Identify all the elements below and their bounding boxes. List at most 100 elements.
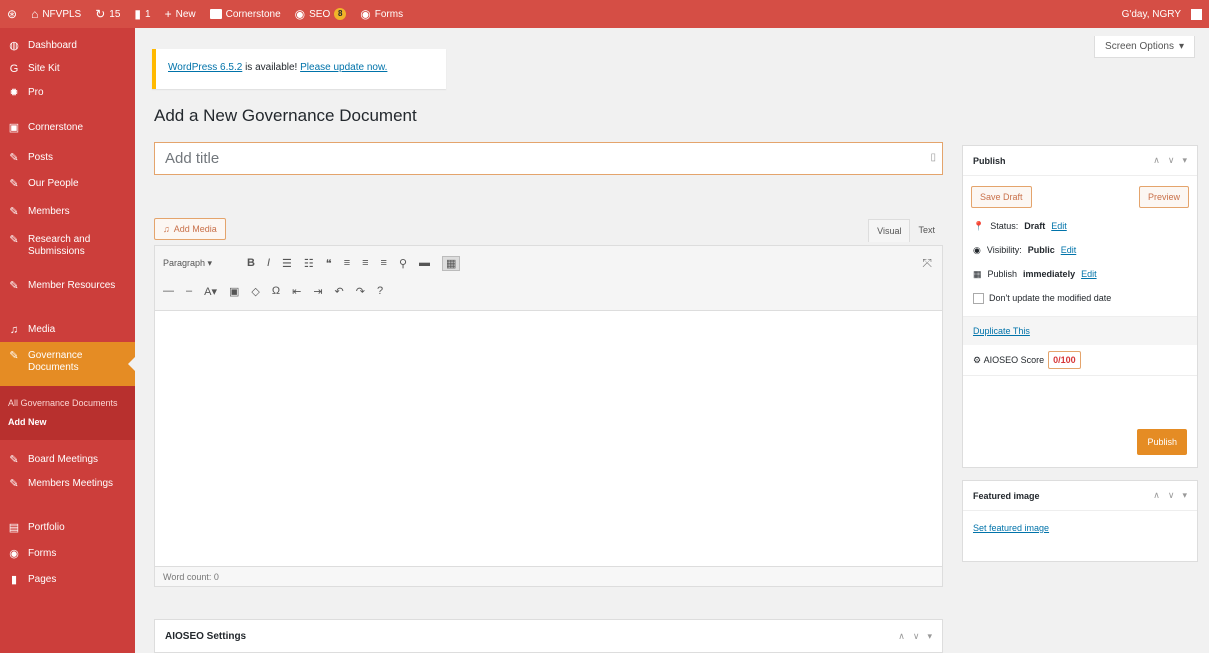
submenu-add-new[interactable]: Add New (0, 413, 135, 432)
move-up-icon[interactable]: ∧ (898, 631, 905, 642)
sidebar-item-label: Members (28, 206, 70, 217)
sidebar-item-research[interactable]: ✎ Research and Submissions (0, 224, 135, 266)
format-select[interactable]: Paragraph ▾ (163, 258, 235, 269)
gear-icon: ✹ (9, 87, 19, 99)
aioseo-icon: ⚙ (973, 354, 982, 365)
aioseo-score-badge[interactable]: 0/100 (1048, 351, 1081, 369)
sidebar-item-member-resources[interactable]: ✎ Member Resources (0, 266, 135, 312)
forms-link[interactable]: ◉ Forms (353, 0, 410, 28)
sidebar-item-board-meetings[interactable]: ✎ Board Meetings (0, 440, 135, 470)
pages-icon: ▮ (10, 574, 18, 586)
move-up-icon[interactable]: ∧ (1153, 490, 1160, 501)
add-media-button[interactable]: ♫ Add Media (154, 218, 226, 240)
aioseo-settings-box: AIOSEO Settings ∧ ∨ ▾ (154, 619, 943, 653)
duplicate-link[interactable]: Duplicate This (973, 326, 1030, 336)
sidebar-item-label: Research and Submissions (28, 234, 91, 257)
align-right-icon[interactable]: ≡ (381, 257, 387, 269)
status-label: Status: (990, 221, 1019, 231)
updates-link[interactable]: ↻ 15 (88, 0, 127, 28)
text-color-icon[interactable]: A▾ (204, 285, 217, 298)
set-featured-image-link[interactable]: Set featured image (973, 523, 1049, 533)
sidebar-item-governance-documents[interactable]: ✎ Governance Documents (0, 342, 135, 386)
italic-icon[interactable]: I (267, 257, 270, 269)
tab-text[interactable]: Text (910, 219, 943, 242)
sidebar-item-members[interactable]: ✎ Members (0, 198, 135, 224)
strikethrough-icon[interactable]: – (186, 285, 192, 297)
sidebar-item-media[interactable]: ♫ Media (0, 312, 135, 342)
portfolio-icon: ▤ (8, 522, 20, 534)
preview-button[interactable]: Preview (1138, 186, 1189, 208)
pin-icon: ✎ (9, 206, 19, 218)
save-draft-button[interactable]: Save Draft (971, 186, 1032, 208)
bold-icon[interactable]: B (247, 257, 255, 269)
read-more-icon[interactable]: ▬ (419, 257, 430, 269)
redo-icon[interactable]: ↷ (356, 285, 365, 298)
special-character-icon[interactable]: Ω (272, 285, 280, 297)
status-row: 📍 Status: Draft Edit (973, 214, 1187, 238)
publish-button[interactable]: Publish (1137, 429, 1187, 455)
move-up-icon[interactable]: ∧ (1153, 155, 1160, 166)
sidebar-item-label: Posts (28, 152, 54, 163)
toggle-panel-icon[interactable]: ▾ (1182, 490, 1187, 501)
align-left-icon[interactable]: ≡ (344, 257, 350, 269)
numbered-list-icon[interactable]: ☷ (304, 257, 314, 270)
comments-link[interactable]: ▮ 1 (127, 0, 157, 28)
sidebar-item-pro[interactable]: ✹ Pro (0, 78, 135, 106)
indent-icon[interactable]: ⇥ (313, 285, 322, 298)
toggle-panel-icon[interactable]: ▾ (1182, 155, 1187, 166)
move-down-icon[interactable]: ∨ (913, 631, 920, 642)
sidebar-item-our-people[interactable]: ✎ Our People (0, 170, 135, 198)
outdent-icon[interactable]: ⇤ (292, 285, 301, 298)
status-edit-link[interactable]: Edit (1051, 221, 1067, 231)
cornerstone-icon (209, 9, 222, 19)
cornerstone-link[interactable]: Cornerstone (203, 0, 288, 28)
help-icon[interactable]: ? (377, 285, 383, 297)
seo-link[interactable]: ◉ SEO 8 (288, 0, 354, 28)
wordpress-version-link[interactable]: WordPress 6.5.2 (168, 62, 242, 73)
sidebar-item-dashboard[interactable]: ◍ Dashboard (0, 36, 135, 56)
sidebar-item-pages[interactable]: ▮ Pages (0, 566, 135, 592)
move-down-icon[interactable]: ∨ (1168, 155, 1175, 166)
editor-content-area[interactable] (154, 311, 943, 567)
calendar-icon: ▦ (973, 268, 982, 279)
clear-formatting-icon[interactable]: ◇ (251, 285, 259, 298)
title-field[interactable]: Add title ▯ (154, 142, 943, 175)
sidebar-item-forms[interactable]: ◉ Forms (0, 540, 135, 566)
sidebar-item-portfolio[interactable]: ▤ Portfolio (0, 514, 135, 540)
submenu-all-governance[interactable]: All Governance Documents (0, 394, 135, 413)
new-label: New (175, 8, 196, 20)
fullscreen-icon[interactable]: ⤧ (922, 256, 932, 271)
media-icon: ♫ (163, 224, 170, 234)
undo-icon[interactable]: ↶ (335, 285, 344, 298)
toggle-panel-icon[interactable]: ▾ (927, 631, 932, 642)
blockquote-icon[interactable]: ❝ (326, 257, 332, 270)
site-name-link[interactable]: ⌂ NFVPLS (24, 0, 88, 28)
updates-count: 15 (109, 8, 121, 20)
link-icon[interactable]: ⚲ (399, 257, 407, 270)
wp-logo[interactable]: ⊛ (0, 0, 24, 28)
update-now-link[interactable]: Please update now. (300, 62, 387, 73)
avatar (1191, 8, 1202, 20)
sidebar-item-cornerstone[interactable]: ▣ Cornerstone (0, 106, 135, 142)
home-icon: ⌂ (31, 7, 39, 21)
sidebar-item-label: Member Resources (28, 280, 116, 291)
horizontal-line-icon[interactable]: — (163, 285, 174, 297)
tab-visual[interactable]: Visual (868, 219, 911, 242)
move-down-icon[interactable]: ∨ (1168, 490, 1175, 501)
sidebar-item-posts[interactable]: ✎ Posts (0, 142, 135, 170)
bullet-list-icon[interactable]: ☰ (282, 257, 292, 270)
visibility-edit-link[interactable]: Edit (1061, 245, 1077, 255)
governance-submenu: All Governance Documents Add New (0, 386, 135, 440)
paste-text-icon[interactable]: ▣ (229, 285, 239, 298)
google-icon: G (9, 63, 19, 75)
sidebar-item-members-meetings[interactable]: ✎ Members Meetings (0, 470, 135, 514)
screen-options-button[interactable]: Screen Options ▾ (1094, 36, 1195, 58)
align-center-icon[interactable]: ≡ (362, 257, 368, 269)
user-account-link[interactable]: G'day, NGRY (1115, 0, 1209, 28)
dont-update-checkbox[interactable] (973, 292, 984, 304)
sidebar-item-label: Portfolio (28, 522, 65, 533)
new-content-link[interactable]: + New (158, 0, 203, 28)
sidebar-item-site-kit[interactable]: G Site Kit (0, 56, 135, 78)
schedule-edit-link[interactable]: Edit (1081, 269, 1097, 279)
toolbar-toggle-icon[interactable]: ▦ (442, 255, 461, 271)
